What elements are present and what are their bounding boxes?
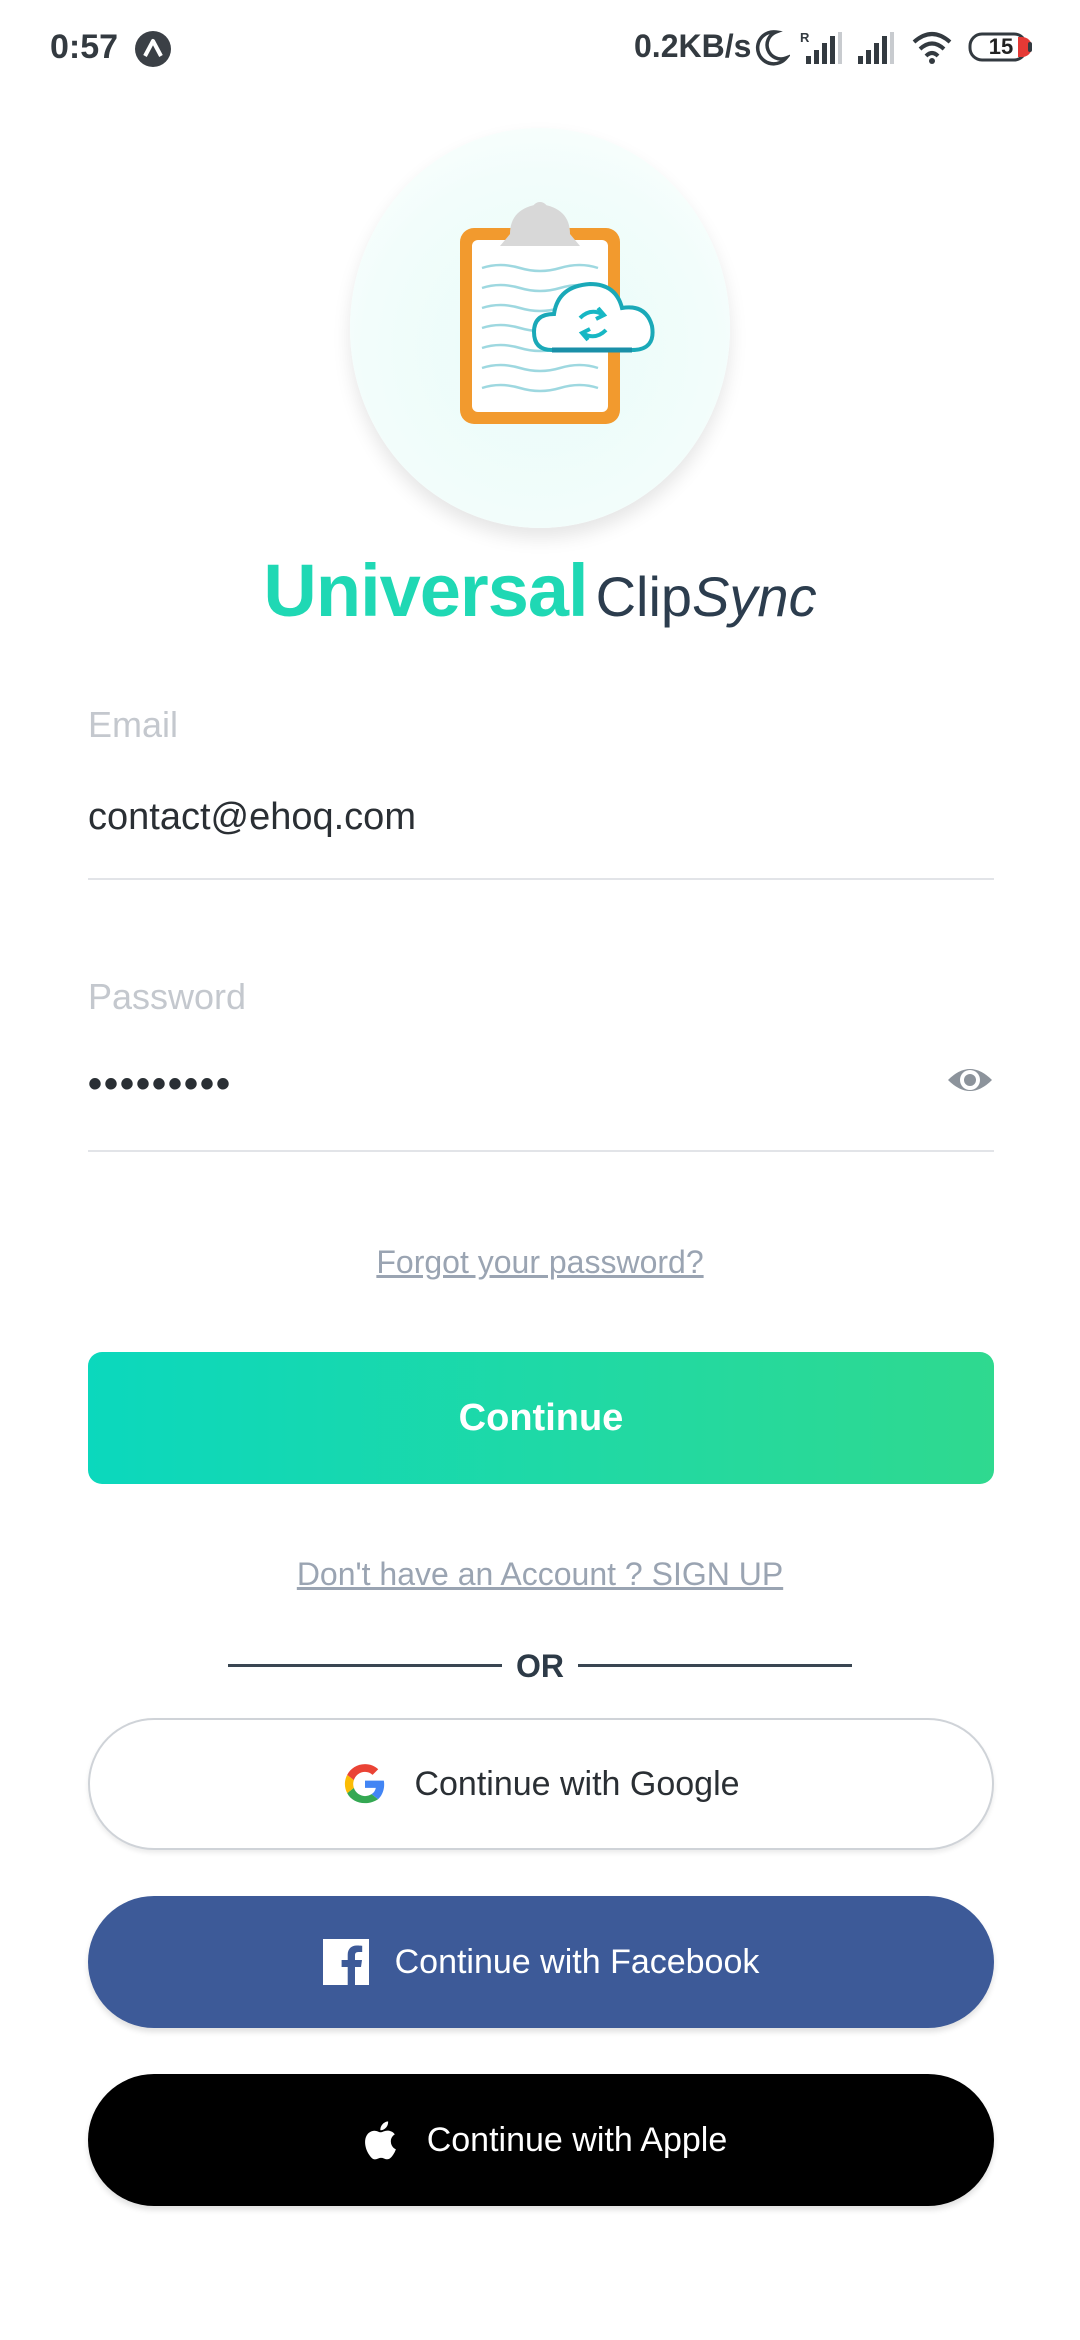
brand-word-universal: Universal [263,549,588,632]
wifi-icon [912,32,952,64]
network-speed: 0.2KB/s [634,28,752,64]
status-bar: 0:57 0.2KB/s R 15 [0,0,1080,96]
eye-icon[interactable] [946,1060,994,1100]
brand-word-sync: Sync [692,565,817,628]
signal-icon: R [800,30,842,64]
brand-title: Universal ClipSync [0,548,1080,633]
google-icon [345,1764,385,1804]
moon-icon [755,30,790,66]
continue-with-apple-button[interactable]: Continue with Apple [88,2074,994,2206]
apple-button-label: Continue with Apple [426,2120,728,2159]
facebook-icon [322,1939,369,1985]
or-divider-left [228,1664,502,1667]
forgot-password-link[interactable]: Forgot your password? [0,1244,1080,1281]
login-screen: 0:57 0.2KB/s R 15 Universal ClipSync Ema… [0,0,1080,2340]
email-field[interactable]: contact@ehoq.com [88,796,416,839]
email-underline [88,878,994,880]
password-label: Password [88,976,247,1017]
or-divider-right [578,1664,852,1667]
password-field[interactable]: ••••••••• [88,1062,232,1107]
brand-word-clip: Clip [595,565,693,628]
battery-level: 15 [988,34,1014,59]
email-label: Email [88,704,179,745]
continue-with-google-button[interactable]: Continue with Google [88,1718,994,1850]
facebook-button-label: Continue with Facebook [394,1942,760,1981]
status-time: 0:57 [50,28,119,66]
continue-button[interactable]: Continue [88,1352,994,1484]
clipboard-cloud-logo-icon [460,202,655,424]
signal-icon [858,32,894,64]
sign-up-link[interactable]: Don't have an Account ? SIGN UP [0,1556,1080,1593]
or-divider-text: OR [516,1648,564,1684]
password-underline [88,1150,994,1152]
google-button-label: Continue with Google [414,1764,740,1803]
svg-text:R: R [800,30,810,45]
apple-icon [364,2121,396,2160]
continue-with-facebook-button[interactable]: Continue with Facebook [88,1896,994,2028]
app-notification-icon [135,31,171,67]
